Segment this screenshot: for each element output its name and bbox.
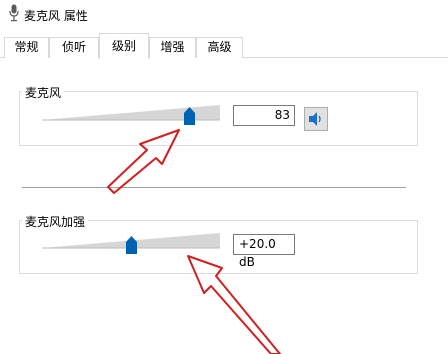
boost-slider-thumb[interactable] xyxy=(125,236,137,254)
microphone-boost-label: 麦克风加强 xyxy=(22,213,89,230)
tab-advanced[interactable]: 高级 xyxy=(196,37,243,58)
tab-strip: 常规 侦听 级别 增强 高级 xyxy=(0,30,448,59)
tab-listen[interactable]: 侦听 xyxy=(49,37,99,58)
tab-enhancements[interactable]: 增强 xyxy=(149,37,196,58)
microphone-label: 麦克风 xyxy=(22,84,65,101)
tab-general[interactable]: 常规 xyxy=(4,37,49,58)
window-title: 麦克风 属性 xyxy=(24,9,88,23)
microphone-icon xyxy=(9,4,19,22)
boost-value-input[interactable]: +20.0 dB xyxy=(233,234,295,269)
microphone-level-slider-thumb[interactable] xyxy=(184,107,196,125)
title-bar: 麦克风 属性 xyxy=(0,0,448,30)
tab-levels[interactable]: 级别 xyxy=(99,33,149,59)
mute-button[interactable] xyxy=(304,107,328,131)
separator-line xyxy=(22,187,406,188)
speaker-icon xyxy=(309,112,321,126)
microphone-level-input[interactable]: 83 xyxy=(233,105,295,126)
